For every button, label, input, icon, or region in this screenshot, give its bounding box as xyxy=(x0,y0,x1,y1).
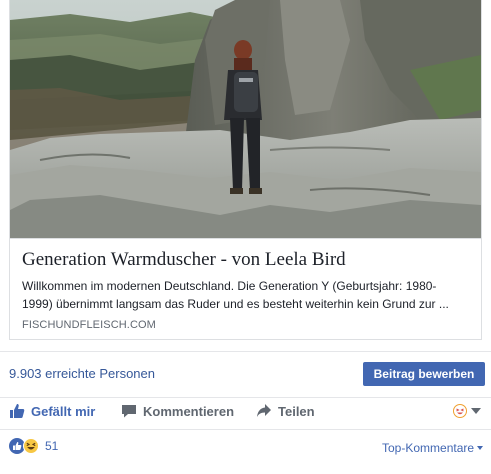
hiker-on-rocks-photo[interactable] xyxy=(10,0,481,238)
link-domain: FISCHUNDFLEISCH.COM xyxy=(22,319,156,331)
comment-button[interactable]: Kommentieren xyxy=(121,403,234,419)
share-button[interactable]: Teilen xyxy=(256,403,315,419)
divider xyxy=(0,429,491,430)
thumbs-up-icon xyxy=(9,403,25,419)
comment-sort-dropdown[interactable]: Top-Kommentare xyxy=(382,441,484,455)
link-preview-card[interactable]: Generation Warmduscher - von Leela Bird … xyxy=(9,0,482,340)
comment-sort-label: Top-Kommentare xyxy=(382,441,475,455)
link-title[interactable]: Generation Warmduscher - von Leela Bird xyxy=(22,249,346,271)
reaction-picker-dropdown[interactable] xyxy=(453,404,481,418)
speech-bubble-icon xyxy=(121,403,137,419)
photo-illustration xyxy=(10,0,481,238)
boost-post-button[interactable]: Beitrag bewerben xyxy=(363,362,485,386)
share-label: Teilen xyxy=(278,403,315,419)
like-label: Gefällt mir xyxy=(31,403,96,419)
share-arrow-icon xyxy=(256,403,272,419)
reaction-count: 51 xyxy=(45,439,59,453)
reach-stats-link[interactable]: 9.903 erreichte Personen xyxy=(9,366,155,381)
comment-label: Kommentieren xyxy=(143,403,235,419)
chevron-down-icon xyxy=(477,446,484,450)
link-preview-body[interactable]: Generation Warmduscher - von Leela Bird … xyxy=(10,238,481,340)
post-action-bar: Gefällt mir Kommentieren Teilen xyxy=(0,398,491,428)
divider xyxy=(0,351,491,352)
chevron-down-icon xyxy=(471,408,481,414)
haha-reaction-icon xyxy=(23,438,39,454)
haha-face-icon xyxy=(453,404,467,418)
like-button[interactable]: Gefällt mir xyxy=(9,403,95,419)
link-description: Willkommen im modernen Deutschland. Die … xyxy=(22,279,449,311)
reaction-summary[interactable]: 51 xyxy=(9,438,58,454)
